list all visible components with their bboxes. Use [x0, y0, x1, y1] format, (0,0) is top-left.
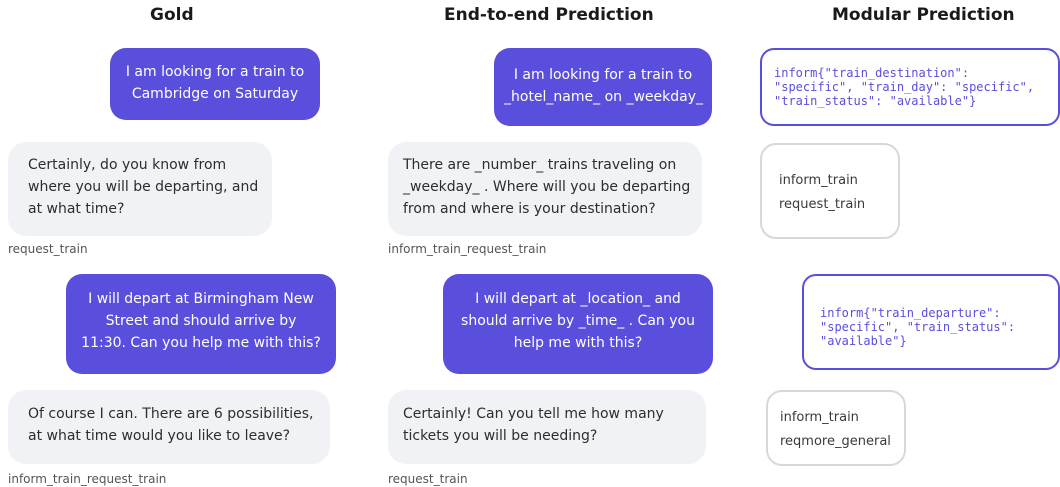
text-line: from and where is your destination? — [403, 201, 656, 217]
e2e-system-turn-2: Certainly! Can you tell me how many tick… — [388, 390, 706, 464]
e2e-user-turn-1: I am looking for a train to _hotel_name_… — [494, 48, 712, 126]
text-line: "train_status": "available"} — [774, 94, 977, 108]
gold-dialog-act-1: request_train — [8, 242, 88, 256]
column-title-e2e: End-to-end Prediction — [444, 5, 654, 25]
text-line: Street and should arrive by — [105, 313, 297, 329]
text-line: _hotel_name_ on _weekday_ — [504, 89, 704, 105]
text-line: "specific", "train_status": — [820, 320, 1016, 334]
gold-dialog-act-2: inform_train_request_train — [8, 472, 167, 486]
gold-system-turn-2: Of course I can. There are 6 possibiliti… — [8, 390, 330, 464]
text-line: Certainly! Can you tell me how many — [403, 406, 664, 422]
text-line: inform{"train_destination": — [774, 66, 970, 80]
text-line: Certainly, do you know from — [28, 157, 227, 173]
e2e-dialog-act-2: request_train — [388, 472, 468, 486]
text-line: help me with this? — [513, 335, 643, 351]
e2e-dialog-act-1: inform_train_request_train — [388, 242, 547, 256]
modular-dialog-acts-2: inform_train reqmore_general — [766, 390, 906, 466]
text-line: "specific", "train_day": "specific", — [774, 80, 1035, 94]
text-line: where you will be departing, and — [28, 179, 259, 195]
text-line: There are _number_ trains traveling on — [403, 157, 677, 173]
e2e-user-turn-2: I will depart at _location_ and should a… — [443, 274, 713, 374]
text-line: tickets you will be needing? — [403, 428, 598, 444]
text-line: I will depart at _location_ and — [475, 291, 681, 307]
text-line: inform_train — [780, 410, 859, 425]
column-title-gold: Gold — [150, 5, 194, 25]
gold-system-turn-1: Certainly, do you know from where you wi… — [8, 142, 272, 236]
text-line: I will depart at Birmingham New — [88, 291, 314, 307]
text-line: 11:30. Can you help me with this? — [81, 335, 321, 351]
text-line: Cambridge on Saturday — [131, 86, 299, 102]
modular-dialog-acts-1: inform_train request_train — [760, 143, 900, 239]
text-line: at what time would you like to leave? — [28, 428, 291, 444]
text-line: at what time? — [28, 201, 125, 217]
gold-user-turn-2: I will depart at Birmingham New Street a… — [66, 274, 336, 374]
text-line: inform{"train_departure": — [820, 306, 1001, 320]
text-line: I am looking for a train to — [125, 64, 305, 80]
text-line: inform_train — [779, 173, 858, 188]
modular-belief-state-1: inform{"train_destination": "specific", "… — [760, 48, 1060, 126]
text-line: Of course I can. There are 6 possibiliti… — [28, 406, 314, 422]
text-line: "available"} — [820, 334, 907, 348]
text-line: reqmore_general — [780, 434, 891, 449]
gold-user-turn-1: I am looking for a train to Cambridge on… — [110, 48, 320, 120]
modular-belief-state-2: inform{"train_departure": "specific", "tr… — [802, 274, 1060, 370]
e2e-system-turn-1: There are _number_ trains traveling on _… — [388, 142, 702, 236]
text-line: should arrive by _time_ . Can you — [461, 313, 695, 329]
column-title-modular: Modular Prediction — [832, 5, 1015, 25]
text-line: _weekday_ . Where will you be departing — [403, 179, 691, 195]
text-line: request_train — [779, 197, 866, 212]
text-line: I am looking for a train to — [513, 67, 693, 83]
